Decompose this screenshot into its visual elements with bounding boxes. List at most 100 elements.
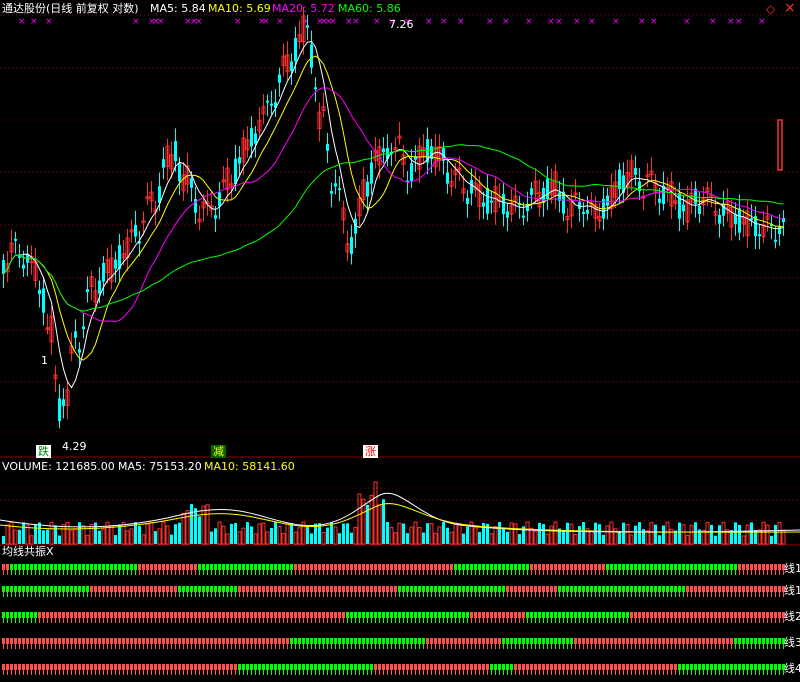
- indicator-cell: [182, 612, 185, 618]
- volume-bar: [718, 525, 721, 544]
- volume-bar: [602, 534, 605, 544]
- indicator-cell: [10, 586, 13, 592]
- volume-bar: [489, 533, 494, 545]
- volume-bar: [553, 521, 558, 545]
- indicator-cell: [162, 612, 165, 618]
- volume-bar: [634, 525, 637, 544]
- indicator-cell: [686, 564, 689, 570]
- indicator-cell: [346, 612, 349, 618]
- indicator-cell: [414, 638, 417, 644]
- indicator-cell: [66, 664, 69, 670]
- indicator-cell: [714, 612, 717, 618]
- candle-body: [350, 237, 353, 254]
- candle-body: [410, 163, 413, 182]
- indicator-cell: [386, 638, 389, 644]
- indicator-cell: [362, 586, 365, 592]
- indicator-cell: [446, 638, 449, 644]
- indicator-cell: [350, 564, 353, 570]
- indicator-cell: [78, 664, 81, 670]
- indicator-cell: [214, 664, 217, 670]
- volume-bar: [589, 530, 594, 545]
- indicator-cell: [298, 612, 301, 618]
- indicator-cell: [202, 564, 205, 570]
- indicator-cell: [2, 612, 5, 618]
- volume-bar: [2, 536, 5, 544]
- indicator-cell: [774, 564, 777, 570]
- indicator-cell: [670, 586, 673, 592]
- indicator-cell: [402, 564, 405, 570]
- indicator-cell: [150, 564, 153, 570]
- indicator-cell: [62, 612, 65, 618]
- indicator-cell: [666, 586, 669, 592]
- indicator-cell: [406, 638, 409, 644]
- indicator-cell: [258, 612, 261, 618]
- volume-bar: [761, 521, 766, 545]
- signal-x-icon: ×: [612, 17, 620, 27]
- indicator-cell: [122, 638, 125, 644]
- candle-body: [777, 119, 783, 171]
- volume-bar: [562, 531, 565, 544]
- indicator-cell: [218, 564, 221, 570]
- signal-x-icon: ×: [157, 17, 165, 27]
- indicator-cell: [246, 638, 249, 644]
- indicator-cell: [418, 586, 421, 592]
- candle-body: [606, 195, 609, 206]
- indicator-cell: [246, 664, 249, 670]
- indicator-cell: [382, 612, 385, 618]
- indicator-cell: [134, 638, 137, 644]
- indicator-cell: [618, 564, 621, 570]
- indicator-cell: [370, 638, 373, 644]
- volume-bar: [270, 527, 273, 544]
- volume-bar: [9, 521, 14, 545]
- candle-body: [214, 215, 217, 219]
- indicator-cell: [18, 664, 21, 670]
- indicator-cell: [554, 612, 557, 618]
- indicator-cell: [14, 638, 17, 644]
- indicator-cell: [466, 638, 469, 644]
- candle-body: [366, 181, 369, 197]
- indicator-cell: [702, 638, 705, 644]
- indicator-cell: [774, 638, 777, 644]
- indicator-cell: [262, 564, 265, 570]
- volume-bar: [246, 522, 249, 544]
- indicator-cell: [218, 586, 221, 592]
- indicator-cell: [378, 664, 381, 670]
- indicator-cell: [694, 612, 697, 618]
- signal-x-icon: ×: [352, 17, 360, 27]
- indicator-cell: [258, 664, 261, 670]
- indicator-cell: [206, 612, 209, 618]
- volume-bar: [654, 524, 657, 544]
- indicator-cell: [446, 612, 449, 618]
- indicator-cell: [86, 564, 89, 570]
- indicator-cell: [690, 586, 693, 592]
- indicator-cell: [98, 638, 101, 644]
- indicator-cell: [474, 586, 477, 592]
- volume-bar: [625, 523, 630, 545]
- indicator-cell: [138, 638, 141, 644]
- indicator-cell: [390, 664, 393, 670]
- indicator-cell: [746, 612, 749, 618]
- indicator-cell: [198, 612, 201, 618]
- indicator-cell: [170, 638, 173, 644]
- signal-x-icon: ×: [727, 17, 735, 27]
- volume-bar: [350, 532, 353, 544]
- indicator-cell: [602, 664, 605, 670]
- indicator-cell: [194, 638, 197, 644]
- indicator-cell: [282, 664, 285, 670]
- indicator-cell: [502, 638, 505, 644]
- price-chart[interactable]: × × × × ××× ××× × ×× × × ×××× × × × × × × × × × × × × × × × × × × × × ×…: [0, 0, 800, 682]
- indicator-cell: [346, 586, 349, 592]
- indicator-cell: [258, 638, 261, 644]
- indicator-cell: [366, 664, 369, 670]
- indicator-cell: [450, 638, 453, 644]
- indicator-cell: [322, 564, 325, 570]
- indicator-cell: [434, 638, 437, 644]
- indicator-cell: [350, 612, 353, 618]
- indicator-cell: [318, 612, 321, 618]
- indicator-row-label: 线4: [784, 662, 800, 675]
- indicator-cell: [150, 586, 153, 592]
- signal-x-icon: ×: [758, 17, 766, 27]
- indicator-cell: [446, 564, 449, 570]
- indicator-cell: [134, 564, 137, 570]
- indicator-cell: [634, 664, 637, 670]
